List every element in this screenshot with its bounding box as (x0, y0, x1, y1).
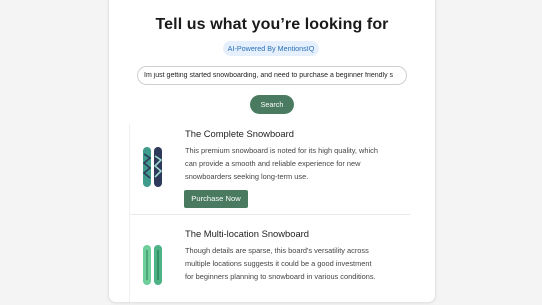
page-title: Tell us what you’re looking for (155, 16, 389, 33)
description-line: snowboarders seeking long-term use. (185, 172, 309, 181)
description-line: This premium snowboard is noted for its … (185, 146, 378, 155)
product-description: This premium snowboard is noted for its … (185, 144, 407, 183)
search-button[interactable]: Search (250, 95, 294, 114)
description-line: Though details are sparse, this board's … (185, 246, 369, 255)
list-item: The Multi-location Snowboard Though deta… (130, 224, 410, 302)
list-item: The Complete Snowboard This premium snow… (130, 124, 410, 214)
product-description: Though details are sparse, this board's … (185, 244, 407, 283)
snowboard-pair-icon (142, 147, 163, 187)
description-line: multiple locations suggests it could be … (185, 259, 372, 268)
divider (130, 214, 410, 215)
description-line: for beginners planning to snowboard in v… (185, 272, 376, 281)
product-title[interactable]: The Multi-location Snowboard (185, 228, 309, 239)
snowboard-pair-icon (143, 245, 162, 285)
ai-powered-badge: AI-Powered By MentionsIQ (223, 41, 319, 56)
search-card: Tell us what you’re looking for AI-Power… (108, 0, 436, 303)
description-line: can provide a smooth and reliable experi… (185, 159, 361, 168)
product-title[interactable]: The Complete Snowboard (185, 128, 294, 139)
purchase-now-button[interactable]: Purchase Now (184, 190, 248, 208)
search-input[interactable] (137, 66, 407, 85)
results-list[interactable]: The Complete Snowboard This premium snow… (129, 124, 416, 302)
